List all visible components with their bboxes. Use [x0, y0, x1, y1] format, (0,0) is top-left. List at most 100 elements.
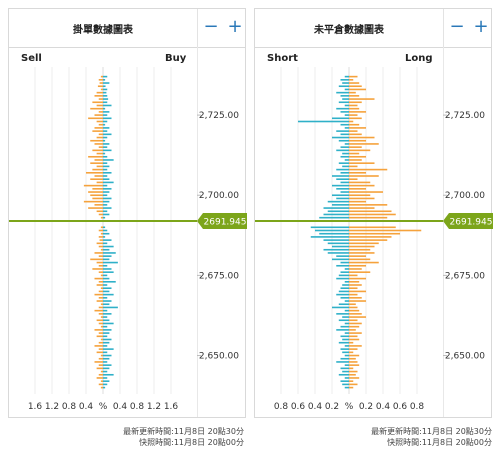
bar-sell: [94, 159, 103, 161]
bar-sell: [98, 213, 103, 216]
bar-short: [344, 127, 349, 129]
bar-short: [336, 188, 349, 190]
bar-sell: [97, 85, 103, 88]
bar-short: [344, 88, 349, 91]
bar-sell: [98, 290, 103, 293]
bar-buy: [103, 332, 110, 334]
bar-short: [336, 197, 349, 200]
bar-long: [349, 297, 362, 299]
bar-long: [349, 316, 366, 318]
bar-sell: [83, 184, 103, 187]
bar-long: [349, 284, 362, 286]
bar-short: [342, 98, 349, 100]
bar-short: [327, 200, 349, 203]
bar-buy: [103, 319, 110, 322]
price-tick-label: 2,675.00: [445, 271, 485, 281]
bar-short: [332, 117, 349, 120]
bar-buy: [103, 361, 108, 363]
bar-short: [340, 79, 349, 81]
bar-sell: [94, 127, 103, 129]
bar-short: [336, 329, 349, 331]
bar-short: [323, 248, 349, 251]
bar-long: [349, 117, 362, 120]
percent-tick-label: 0.8: [130, 402, 145, 412]
bar-sell: [100, 386, 103, 389]
bar-sell: [100, 316, 103, 318]
percent-tick-label: 0.4: [308, 402, 323, 412]
bar-sell: [90, 107, 103, 110]
bar-sell: [94, 204, 103, 206]
bar-short: [338, 373, 349, 376]
open-positions-panel: 未平倉數據圖表 − + Short Long 2,725.00 2,700.00 2…: [254, 8, 493, 418]
bar-long: [349, 120, 354, 123]
bar-long: [349, 245, 375, 248]
bar-buy: [103, 316, 108, 318]
percent-tick-label: 1.6: [28, 402, 43, 412]
bar-buy: [103, 364, 112, 366]
bar-buy: [103, 85, 106, 88]
bar-short: [332, 194, 349, 197]
bar-long: [349, 303, 356, 306]
bar-long: [349, 226, 396, 229]
bar-short: [332, 184, 349, 187]
bar-sell: [98, 280, 103, 283]
bar-sell: [90, 162, 103, 164]
bar-buy: [103, 194, 108, 197]
bar-long: [349, 271, 371, 273]
bar-long: [349, 332, 362, 334]
bar-sell: [92, 268, 103, 270]
bar-short: [338, 139, 349, 142]
bar-sell: [83, 200, 103, 203]
bar-short: [338, 341, 349, 344]
bar-buy: [103, 79, 106, 81]
bar-buy: [103, 98, 109, 100]
bar-long: [349, 309, 360, 312]
bar-buy: [103, 107, 106, 110]
bar-short: [336, 107, 349, 110]
bar-short: [338, 101, 349, 104]
bar-long: [349, 171, 366, 174]
bar-short: [340, 357, 349, 360]
bar-buy: [103, 114, 108, 116]
bar-long: [349, 383, 358, 386]
bar-buy: [103, 165, 110, 168]
bar-long: [349, 386, 354, 389]
bar-sell: [98, 313, 103, 315]
bar-short: [344, 309, 349, 312]
bar-buy: [103, 313, 112, 315]
bar-buy: [103, 335, 108, 338]
bar-buy: [103, 351, 108, 354]
bar-sell: [98, 146, 103, 148]
bar-buy: [103, 178, 110, 181]
bar-sell: [88, 155, 103, 158]
bar-short: [342, 152, 349, 155]
bar-short: [344, 280, 349, 283]
bar-buy: [103, 117, 112, 120]
bar-sell: [90, 194, 103, 197]
bar-sell: [94, 345, 103, 347]
bar-short: [344, 114, 349, 116]
bar-sell: [94, 175, 103, 177]
bar-short: [344, 332, 349, 334]
bar-long: [349, 248, 371, 251]
bar-buy: [103, 120, 108, 123]
bar-short: [342, 383, 349, 386]
bar-buy: [103, 191, 110, 193]
bar-buy: [103, 159, 114, 161]
bar-short: [344, 345, 349, 347]
bar-long: [349, 127, 366, 129]
bar-sell: [96, 284, 103, 286]
bar-sell: [98, 236, 103, 238]
bar-short: [338, 303, 349, 306]
bar-long: [349, 335, 358, 338]
bar-sell: [96, 165, 103, 168]
bar-short: [344, 104, 349, 107]
bar-long: [349, 178, 358, 181]
bar-long: [349, 325, 360, 328]
bar-buy: [103, 127, 110, 129]
price-tick-label: 2,725.00: [199, 111, 239, 121]
bar-buy: [103, 274, 108, 277]
bar-long: [349, 75, 358, 78]
bar-long: [349, 264, 366, 267]
bar-buy: [103, 171, 112, 174]
